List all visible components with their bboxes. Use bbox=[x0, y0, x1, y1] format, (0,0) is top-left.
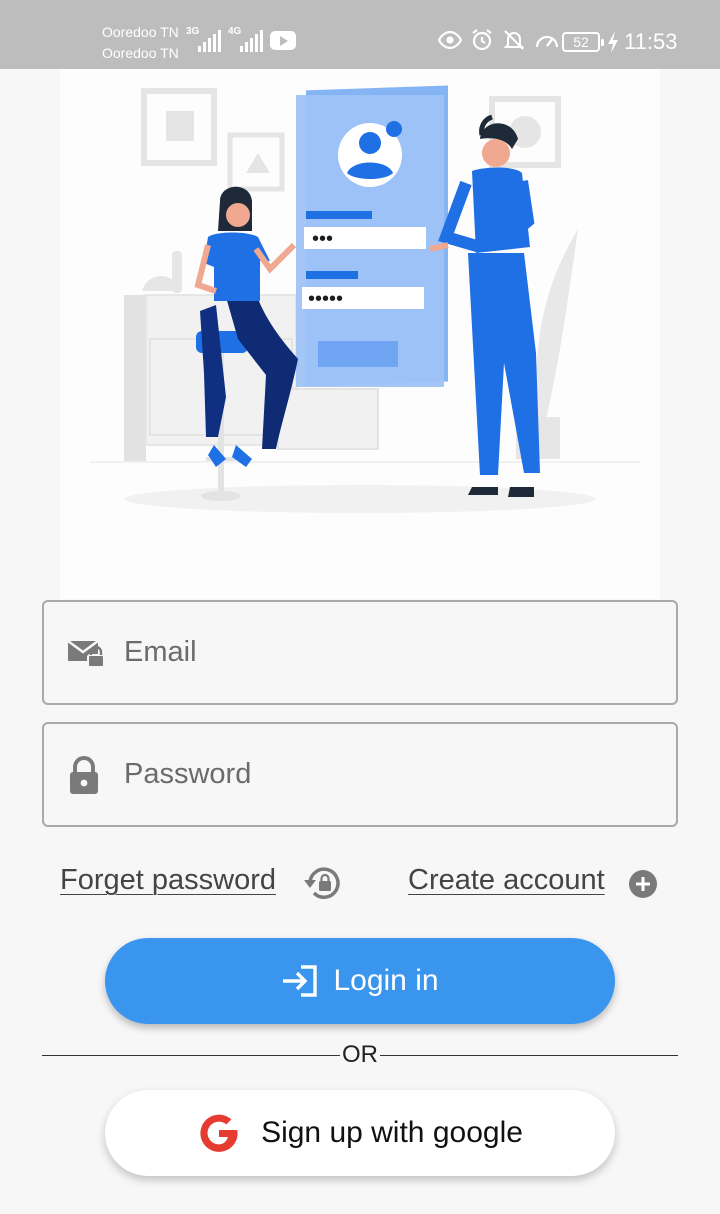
speedometer-icon bbox=[535, 35, 559, 48]
password-dots-2: ••••• bbox=[308, 288, 343, 310]
login-icon bbox=[283, 965, 318, 997]
youtube-icon bbox=[270, 31, 296, 50]
status-bar: Ooredoo TN Ooredoo TN 3G 4G 52 11:53 bbox=[0, 0, 720, 69]
login-button[interactable]: Login in bbox=[105, 938, 615, 1024]
password-dots-1: ••• bbox=[312, 228, 333, 250]
clock: 11:53 bbox=[624, 29, 678, 54]
google-label: Sign up with google bbox=[261, 1116, 523, 1149]
status-icons bbox=[438, 28, 560, 52]
email-input[interactable] bbox=[124, 602, 644, 703]
or-label: OR bbox=[340, 1041, 380, 1069]
password-field[interactable] bbox=[42, 722, 678, 827]
battery-icon: 52 bbox=[562, 32, 604, 52]
login-label: Login in bbox=[333, 964, 439, 997]
password-input[interactable] bbox=[124, 724, 644, 825]
google-signup-button[interactable]: Sign up with google bbox=[105, 1090, 615, 1176]
eye-icon bbox=[438, 30, 462, 50]
lock-reset-icon[interactable] bbox=[302, 866, 342, 900]
carrier-2: Ooredoo TN bbox=[102, 45, 179, 61]
add-circle-icon[interactable] bbox=[628, 869, 658, 899]
lock-icon bbox=[70, 756, 98, 794]
create-account-link[interactable]: Create account bbox=[408, 864, 605, 897]
login-illustration: ••• ••••• bbox=[60, 69, 660, 599]
carrier-info: Ooredoo TN Ooredoo TN bbox=[102, 22, 179, 64]
forgot-password-link[interactable]: Forget password bbox=[60, 864, 276, 897]
mail-lock-icon bbox=[67, 639, 105, 668]
google-icon bbox=[200, 1114, 238, 1152]
mute-icon bbox=[503, 30, 525, 50]
alarm-icon bbox=[472, 29, 492, 51]
charging-icon bbox=[608, 31, 618, 53]
email-field[interactable] bbox=[42, 600, 678, 705]
carrier-1: Ooredoo TN bbox=[102, 24, 179, 40]
